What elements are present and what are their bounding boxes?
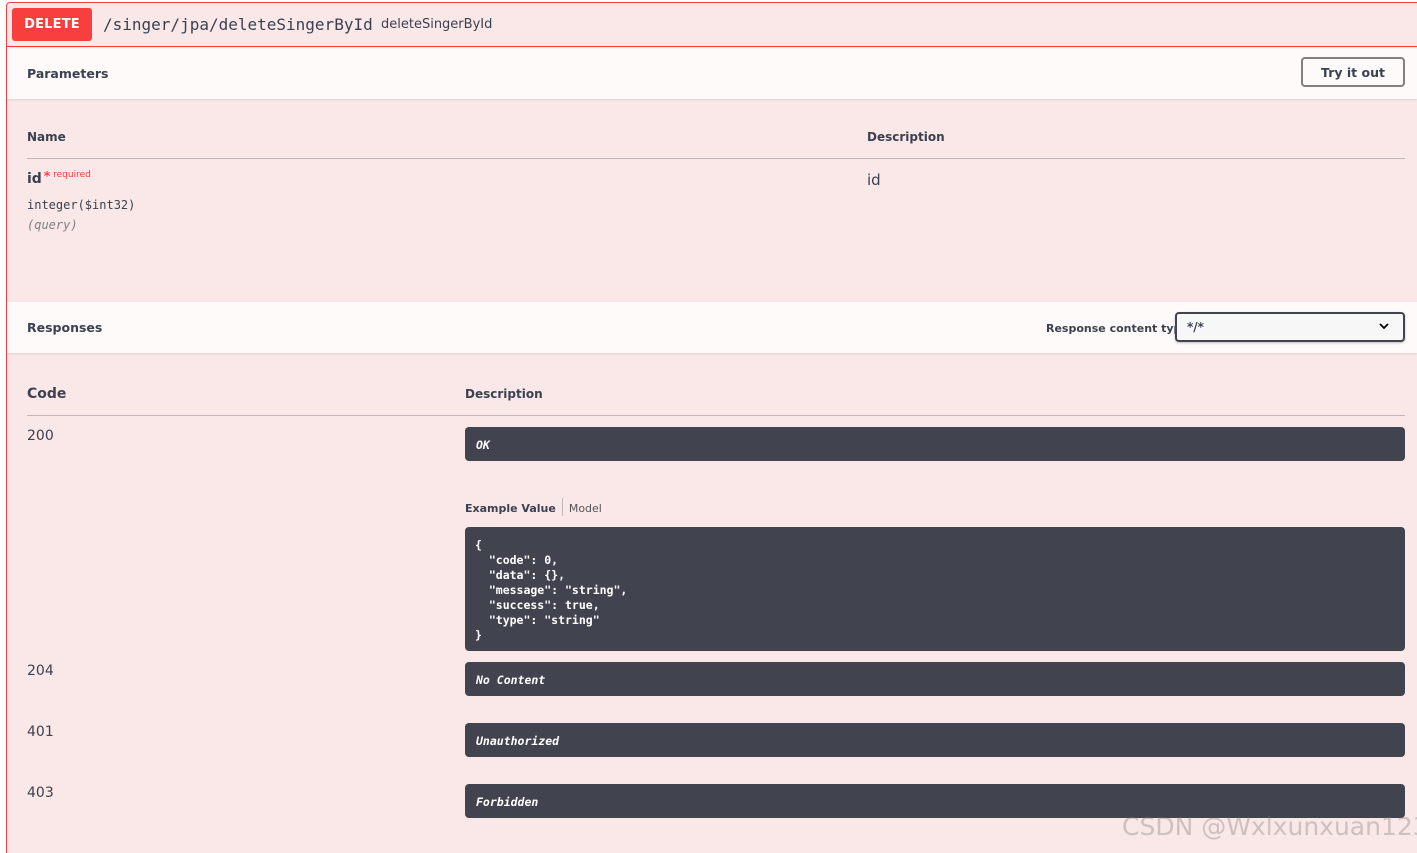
tab-model[interactable]: Model (569, 502, 602, 515)
response-code: 204 (27, 663, 54, 679)
operation-summary[interactable]: DELETE /singer/jpa/deleteSingerById dele… (7, 3, 1417, 47)
param-location: (query) (27, 218, 78, 232)
operation-block-delete: DELETE /singer/jpa/deleteSingerById dele… (6, 2, 1417, 853)
response-message: Forbidden (476, 795, 539, 809)
response-content-type-label: Response content type (1046, 322, 1189, 335)
param-description: id (867, 171, 881, 189)
example-json: { "code": 0, "data": {}, "message": "str… (475, 538, 628, 642)
parameters-title: Parameters (27, 66, 109, 81)
response-code: 200 (27, 428, 54, 444)
response-description-box: No Content (465, 662, 1405, 696)
try-it-out-button[interactable]: Try it out (1301, 57, 1405, 87)
required-label: required (53, 170, 91, 180)
operation-summary-description: deleteSingerById (381, 17, 493, 32)
response-code: 403 (27, 785, 54, 801)
param-col-name: Name (27, 130, 66, 144)
example-value-code-block: { "code": 0, "data": {}, "message": "str… (465, 527, 1405, 651)
parameters-header: Parameters Try it out (7, 48, 1417, 99)
response-message: OK (476, 438, 490, 452)
tab-divider (561, 498, 563, 516)
response-content-type-value: */* (1187, 320, 1204, 334)
chevron-down-icon (1379, 323, 1389, 330)
param-col-description: Description (867, 130, 945, 144)
http-method-badge: DELETE (12, 8, 92, 41)
response-code: 401 (27, 724, 54, 740)
param-type: integer($int32) (27, 198, 136, 212)
responses-title: Responses (27, 320, 103, 335)
required-star: * (43, 169, 51, 183)
response-description-box: Unauthorized (465, 723, 1405, 757)
response-message: Unauthorized (476, 734, 560, 748)
param-name-text: id (27, 171, 42, 187)
response-col-description: Description (465, 387, 543, 401)
response-content-type-select[interactable]: */* (1175, 312, 1405, 342)
response-col-code: Code (27, 386, 67, 402)
example-tabs: Example Value Model (465, 498, 602, 518)
operation-path: /singer/jpa/deleteSingerById (103, 15, 373, 34)
watermark: CSDN @Wxlxunxuan123 (1122, 812, 1417, 841)
tab-example-value[interactable]: Example Value (465, 502, 556, 515)
responses-header: Responses Response content type */* (7, 302, 1417, 353)
response-message: No Content (476, 673, 546, 687)
response-description-box: OK (465, 427, 1405, 461)
param-name: id * required (27, 169, 91, 187)
param-header-divider (27, 158, 1405, 159)
response-header-divider (27, 415, 1405, 416)
